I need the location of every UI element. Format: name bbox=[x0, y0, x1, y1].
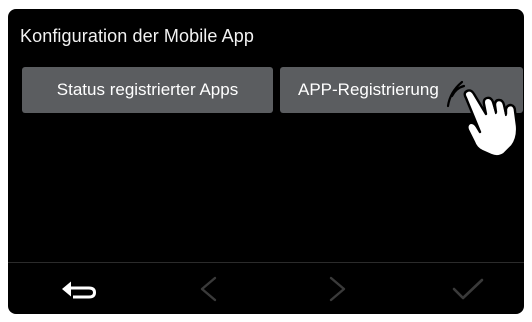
tapping-hand-icon bbox=[446, 80, 519, 158]
previous-button[interactable] bbox=[168, 263, 248, 314]
chevron-left-icon bbox=[200, 276, 217, 301]
page-title: Konfiguration der Mobile App bbox=[20, 26, 254, 46]
return-arrow-icon bbox=[62, 281, 96, 298]
next-button[interactable] bbox=[298, 263, 378, 314]
chevron-right-icon bbox=[329, 276, 346, 301]
confirm-button[interactable] bbox=[428, 263, 508, 314]
checkmark-icon bbox=[452, 278, 484, 299]
back-button[interactable] bbox=[40, 263, 120, 314]
app-screen: Konfiguration der Mobile App Status regi… bbox=[8, 9, 524, 314]
bottom-nav-bar bbox=[8, 263, 524, 314]
status-registered-apps-button[interactable]: Status registrierter Apps bbox=[22, 67, 273, 113]
